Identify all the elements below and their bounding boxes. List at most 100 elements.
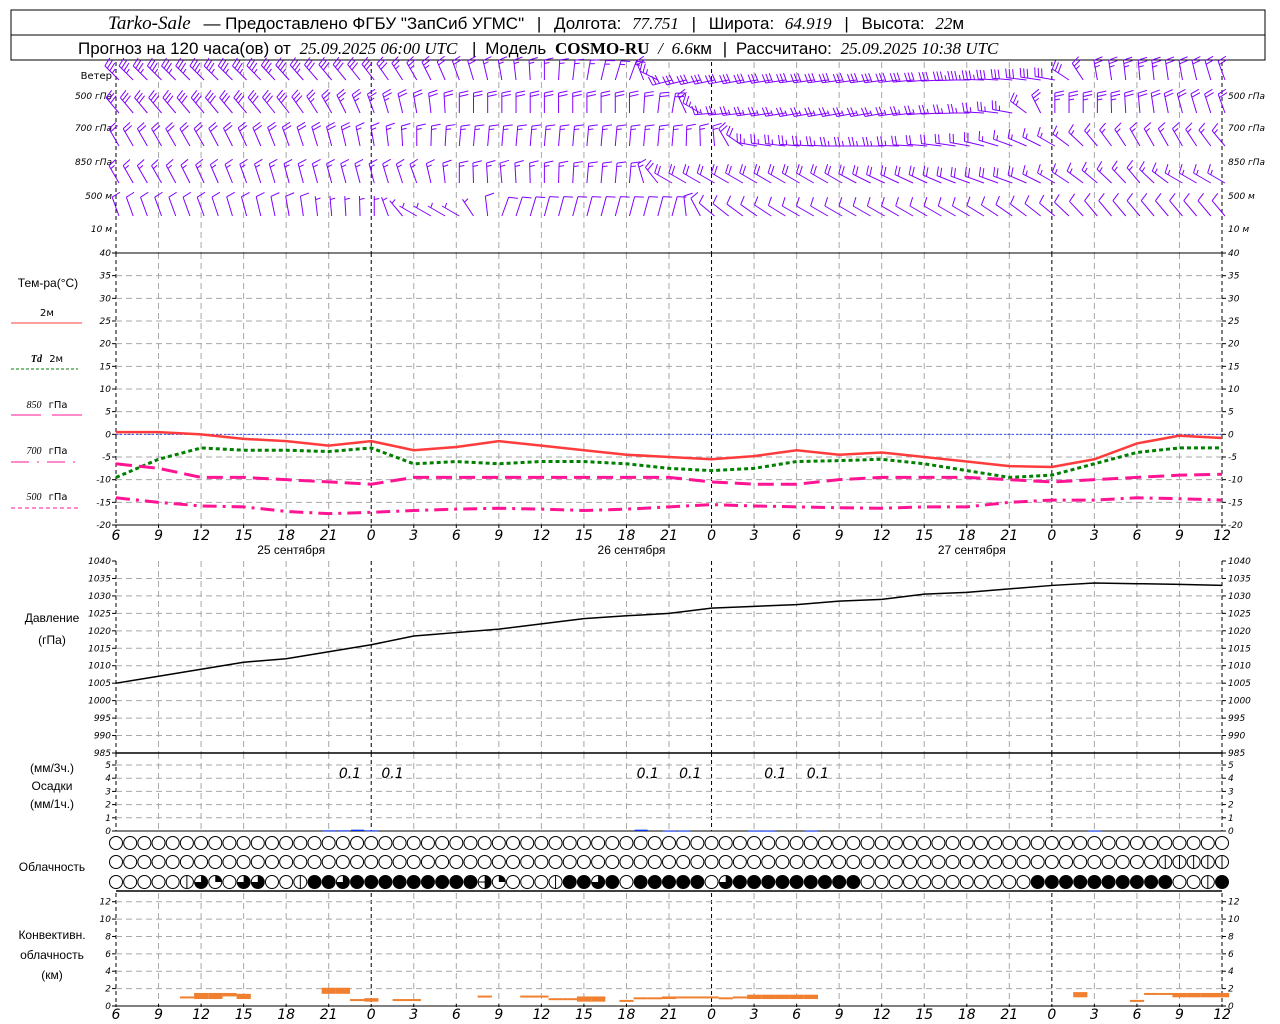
cloud-circle	[364, 855, 379, 869]
wind-barb	[168, 191, 177, 217]
cloud-circle	[846, 836, 861, 850]
cloud-circle	[279, 875, 294, 889]
y-tick-label-left: 4	[105, 774, 111, 784]
cloud-circle	[491, 855, 506, 869]
wind-barb	[657, 124, 669, 147]
wind-barb	[643, 91, 654, 114]
cloud-circle	[449, 836, 464, 850]
y-tick-label-left: -15	[96, 498, 111, 508]
alt-value: 22	[935, 14, 953, 33]
cloud-circle	[732, 875, 747, 889]
cloud-cover-symbol	[307, 875, 322, 889]
cloud-cover-symbol	[732, 855, 747, 869]
pressure-panel: 1040 1040 1035 1035 1030 1030 1025 1025 1020 1020…	[88, 557, 1251, 759]
cloud-circle	[647, 855, 662, 869]
cloud-circle	[420, 875, 435, 889]
cloud-cover-symbol	[1129, 875, 1144, 889]
cloud-circle	[860, 836, 875, 850]
cloud-circle	[463, 855, 478, 869]
cloud-circle	[562, 855, 577, 869]
legend-500-label: 500 гПа	[26, 492, 67, 503]
wind-barb	[1051, 60, 1070, 81]
cloud-circle	[151, 836, 166, 850]
cloud-circle	[1087, 836, 1102, 850]
cloud-cover-symbol	[165, 836, 180, 850]
wind-barb	[151, 159, 162, 184]
wind-barb	[572, 196, 588, 217]
cloud-circle	[931, 875, 946, 889]
y-tick-label-left: 1025	[88, 609, 111, 619]
cloud-circle	[1200, 836, 1215, 850]
y-tick-label-right: 5	[1228, 408, 1234, 418]
wind-barb	[529, 196, 546, 217]
cloud-circle	[109, 836, 123, 850]
cloud-circle	[803, 855, 818, 869]
cloud-circle	[591, 836, 606, 850]
temperature-x-tick-label: 15	[575, 528, 593, 544]
wind-barb	[1172, 122, 1183, 147]
cloud-cover-symbol	[1073, 875, 1088, 889]
lon-value: 77.751	[632, 14, 679, 33]
wind-barb	[572, 90, 582, 113]
res-unit: км	[693, 39, 712, 58]
wind-barb	[726, 195, 744, 217]
cloud-cover-symbol	[463, 855, 478, 869]
cloud-cover-symbol	[1144, 875, 1159, 889]
temperature-x-tick-label: 9	[1175, 528, 1184, 544]
wind-barb	[558, 160, 569, 184]
y-tick-label-right: 1035	[1228, 574, 1251, 584]
convective-cloud-bar	[591, 996, 606, 1002]
convective-x-tick-label: 15	[575, 1007, 593, 1023]
cloud-cover-symbol	[463, 836, 478, 850]
wind-barb	[297, 158, 307, 184]
wind-barb	[558, 90, 568, 113]
y-tick-label-right: 25	[1228, 317, 1240, 327]
cloud-circle	[364, 836, 379, 850]
cloud-circle	[775, 875, 790, 889]
cloud-circle	[917, 836, 932, 850]
cloud-cover-symbol	[988, 855, 1003, 869]
wind-barb	[122, 122, 134, 147]
cloud-circle	[477, 855, 492, 869]
wind-barb	[283, 158, 293, 184]
wind-barb	[275, 57, 290, 81]
wind-barb	[964, 166, 985, 184]
wind-barb	[260, 57, 276, 81]
temperature-x-tick-label: 12	[192, 528, 210, 544]
wind-barb	[1039, 194, 1056, 217]
cloud-cover-symbol	[1073, 836, 1088, 850]
cloud-circle	[633, 855, 648, 869]
cloud-cover-symbol	[945, 855, 960, 869]
cloud-cover-symbol	[704, 875, 719, 889]
cloud-cover-symbol	[973, 836, 988, 850]
wind-barb	[195, 158, 205, 184]
convective-x-tick-label: 0	[367, 1007, 376, 1023]
y-tick-label-left: 1000	[88, 697, 111, 707]
temperature-x-tick-label: 12	[1213, 528, 1231, 544]
wind-barb	[347, 56, 361, 81]
wind-barb	[643, 124, 655, 147]
cloud-circle	[1144, 836, 1159, 850]
wind-barb	[472, 160, 482, 184]
cloud-circle	[293, 836, 308, 850]
cloud-circle	[1044, 836, 1059, 850]
cloud-cover-symbol	[279, 836, 294, 850]
wind-barb	[240, 191, 250, 217]
cloud-cover-symbol	[662, 836, 676, 850]
wind-barb	[281, 121, 292, 147]
cloud-circle	[832, 875, 847, 889]
cloud-circle	[988, 836, 1003, 850]
cloud-circle	[520, 875, 535, 889]
y-tick-label-right: 3	[1228, 787, 1234, 797]
convective-cloud-bar	[236, 993, 251, 1000]
cloud-cover-symbol	[662, 875, 676, 889]
cloud-circle	[732, 855, 747, 869]
wind-barb	[1169, 193, 1183, 217]
wind-barb	[1054, 194, 1070, 217]
convective-cloud-bar	[520, 995, 535, 998]
precip-3h-label: 0.1	[764, 766, 786, 782]
cloud-cover-symbol	[817, 855, 832, 869]
cloud-circle	[676, 875, 691, 889]
wind-barb	[698, 194, 715, 217]
cloud-circle	[1087, 875, 1102, 889]
